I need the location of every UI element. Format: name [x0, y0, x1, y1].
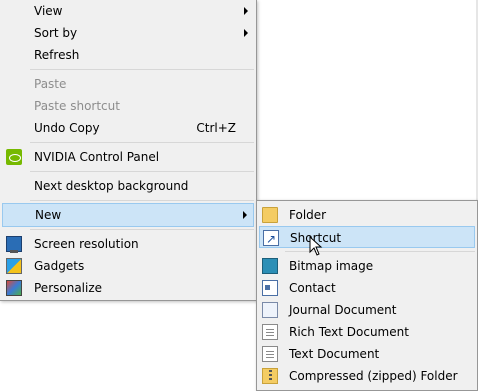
menu-item-label: Journal Document — [289, 303, 397, 317]
menu-item-undo-copy[interactable]: Undo Copy Ctrl+Z — [2, 117, 254, 139]
submenu-arrow-icon — [244, 29, 248, 37]
menu-item-label: View — [34, 4, 63, 18]
keyboard-shortcut: Ctrl+Z — [196, 121, 236, 135]
folder-icon — [262, 207, 278, 223]
menu-separator — [30, 229, 254, 230]
submenu-item-rich-text-document[interactable]: Rich Text Document — [259, 321, 475, 343]
menu-item-label: Bitmap image — [289, 259, 374, 273]
journal-document-icon — [262, 302, 278, 318]
menu-item-label: New — [35, 208, 62, 222]
menu-item-label: Paste — [34, 77, 67, 91]
menu-item-label: Next desktop background — [34, 179, 189, 193]
menu-item-label: Text Document — [289, 347, 380, 361]
menu-separator — [30, 142, 254, 143]
menu-item-gadgets[interactable]: Gadgets — [2, 255, 254, 277]
menu-item-label: Folder — [289, 208, 327, 222]
submenu-item-contact[interactable]: Contact — [259, 277, 475, 299]
menu-item-label: Personalize — [34, 281, 103, 295]
menu-item-personalize[interactable]: Personalize — [2, 277, 254, 299]
zip-folder-icon — [262, 368, 278, 384]
menu-separator — [30, 171, 254, 172]
menu-item-label: Contact — [289, 281, 336, 295]
nvidia-icon — [6, 149, 22, 165]
submenu-item-shortcut[interactable]: Shortcut — [259, 226, 475, 250]
menu-item-label: Sort by — [34, 26, 78, 40]
gadgets-icon — [6, 258, 22, 274]
submenu-arrow-icon — [244, 7, 248, 15]
menu-item-paste-shortcut[interactable]: Paste shortcut — [2, 95, 254, 117]
menu-separator — [30, 69, 254, 70]
submenu-item-journal-document[interactable]: Journal Document — [259, 299, 475, 321]
submenu-item-folder[interactable]: Folder — [259, 204, 475, 226]
submenu-item-bitmap-image[interactable]: Bitmap image — [259, 255, 475, 277]
menu-item-nvidia-control-panel[interactable]: NVIDIA Control Panel — [2, 146, 254, 168]
new-submenu: Folder Shortcut Bitmap image Contact Jou… — [256, 200, 478, 391]
desktop-context-menu: View Sort by Refresh Paste Paste shortcu… — [0, 0, 257, 301]
menu-item-label: Refresh — [34, 48, 80, 62]
menu-item-label: Gadgets — [34, 259, 85, 273]
menu-item-refresh[interactable]: Refresh — [2, 44, 254, 66]
menu-item-label: Screen resolution — [34, 237, 139, 251]
menu-item-view[interactable]: View — [2, 0, 254, 22]
menu-item-screen-resolution[interactable]: Screen resolution — [2, 233, 254, 255]
menu-item-label: Rich Text Document — [289, 325, 409, 339]
bitmap-image-icon — [262, 258, 278, 274]
contact-icon — [262, 280, 278, 296]
text-document-icon — [262, 346, 278, 362]
submenu-arrow-icon — [243, 211, 247, 219]
menu-separator — [30, 200, 254, 201]
menu-item-next-desktop-background[interactable]: Next desktop background — [2, 175, 254, 197]
shortcut-icon — [263, 228, 279, 250]
menu-item-label: Compressed (zipped) Folder — [289, 369, 458, 383]
menu-item-label: Paste shortcut — [34, 99, 120, 113]
monitor-icon — [6, 236, 22, 253]
menu-item-paste[interactable]: Paste — [2, 73, 254, 95]
menu-item-label: Undo Copy — [34, 121, 100, 135]
menu-item-sort-by[interactable]: Sort by — [2, 22, 254, 44]
submenu-item-compressed-zipped-folder[interactable]: Compressed (zipped) Folder — [259, 365, 475, 387]
personalize-icon — [6, 280, 22, 296]
menu-item-label: NVIDIA Control Panel — [34, 150, 160, 164]
rich-text-document-icon — [262, 324, 278, 340]
submenu-item-text-document[interactable]: Text Document — [259, 343, 475, 365]
menu-item-new[interactable]: New — [2, 203, 254, 227]
